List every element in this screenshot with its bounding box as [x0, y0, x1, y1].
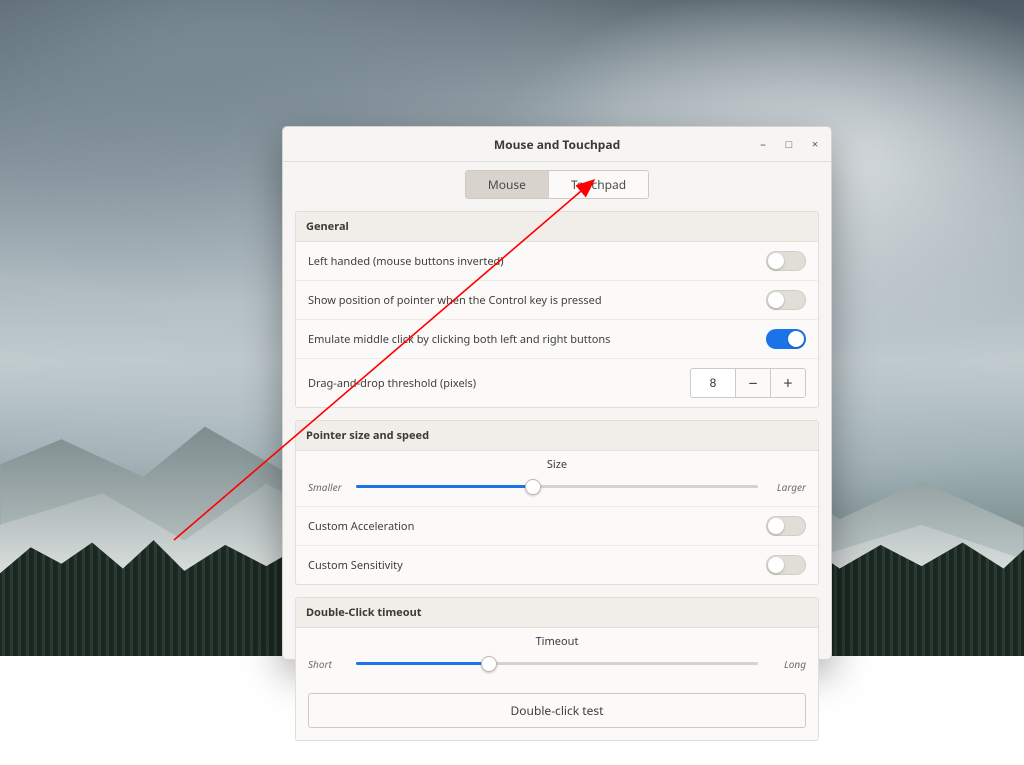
timeout-end-long: Long [784, 657, 806, 671]
label-left-handed: Left handed (mouse buttons inverted) [308, 254, 504, 269]
tab-bar: Mouse Touchpad [283, 170, 831, 199]
section-heading-general: General [296, 212, 818, 242]
size-end-larger: Larger [777, 480, 806, 494]
timeout-end-short: Short [308, 657, 332, 671]
label-show-position: Show position of pointer when the Contro… [308, 293, 602, 308]
drag-threshold-stepper: − + [690, 368, 806, 398]
row-emulate-middle: Emulate middle click by clicking both le… [296, 319, 818, 358]
toggle-left-handed[interactable] [766, 251, 806, 271]
window-content: General Left handed (mouse buttons inver… [283, 211, 831, 765]
size-caption: Size [308, 457, 806, 472]
toggle-custom-accel[interactable] [766, 516, 806, 536]
drag-threshold-input[interactable] [690, 368, 735, 398]
toggle-emulate-middle[interactable] [766, 329, 806, 349]
row-custom-sens: Custom Sensitivity [296, 545, 818, 584]
row-left-handed: Left handed (mouse buttons inverted) [296, 242, 818, 280]
label-custom-sens: Custom Sensitivity [308, 558, 403, 573]
drag-threshold-decrement[interactable]: − [735, 368, 770, 398]
drag-threshold-increment[interactable]: + [770, 368, 806, 398]
size-slider-wrap: Size Smaller Larger [296, 451, 818, 506]
row-show-position: Show position of pointer when the Contro… [296, 280, 818, 319]
label-drag-threshold: Drag-and-drop threshold (pixels) [308, 376, 476, 391]
double-click-test-button[interactable]: Double-click test [308, 693, 806, 728]
toggle-show-position[interactable] [766, 290, 806, 310]
tab-group: Mouse Touchpad [465, 170, 649, 199]
settings-window: Mouse and Touchpad – □ × Mouse Touchpad … [282, 126, 832, 660]
tab-mouse[interactable]: Mouse [466, 171, 548, 198]
row-custom-accel: Custom Acceleration [296, 506, 818, 545]
section-heading-pointer: Pointer size and speed [296, 421, 818, 451]
toggle-custom-sens[interactable] [766, 555, 806, 575]
tab-touchpad[interactable]: Touchpad [548, 171, 648, 198]
timeout-caption: Timeout [308, 634, 806, 649]
window-title: Mouse and Touchpad [494, 136, 620, 153]
window-controls: – □ × [753, 127, 825, 161]
timeout-slider-thumb[interactable] [481, 656, 497, 672]
size-slider-thumb[interactable] [525, 479, 541, 495]
section-pointer: Pointer size and speed Size Smaller Larg… [295, 420, 819, 585]
timeout-slider[interactable]: Short Long [308, 653, 806, 673]
titlebar: Mouse and Touchpad – □ × [283, 127, 831, 162]
section-general: General Left handed (mouse buttons inver… [295, 211, 819, 408]
close-button[interactable]: × [805, 134, 825, 154]
section-doubleclick: Double-Click timeout Timeout Short Long … [295, 597, 819, 741]
size-end-smaller: Smaller [308, 480, 342, 494]
label-emulate-middle: Emulate middle click by clicking both le… [308, 332, 610, 347]
row-drag-threshold: Drag-and-drop threshold (pixels) − + [296, 358, 818, 407]
section-heading-doubleclick: Double-Click timeout [296, 598, 818, 628]
minimize-button[interactable]: – [753, 134, 773, 154]
size-slider[interactable]: Smaller Larger [308, 476, 806, 496]
maximize-button[interactable]: □ [779, 134, 799, 154]
label-custom-accel: Custom Acceleration [308, 519, 414, 534]
